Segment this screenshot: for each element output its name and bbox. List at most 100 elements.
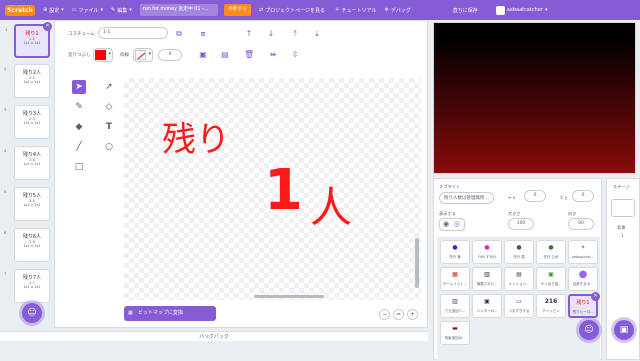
- stage-pane[interactable]: ステージ 背景 1 ▣: [606, 178, 640, 360]
- text-tool-icon[interactable]: T: [102, 120, 116, 134]
- select-tool-icon[interactable]: ➤: [72, 80, 86, 94]
- sprite-tile[interactable]: ● 自首するボ...: [568, 267, 598, 291]
- rectangle-tool-icon[interactable]: □: [72, 160, 86, 174]
- add-costume-button[interactable]: ☺: [22, 303, 42, 323]
- eraser-tool-icon[interactable]: ◇: [102, 100, 116, 114]
- size-input[interactable]: 100: [508, 218, 534, 230]
- outline-color-picker[interactable]: ▾: [133, 48, 153, 62]
- costume-item[interactable]: 7 残り7人 2-7 1x1 x 1x1: [4, 269, 50, 303]
- costume-item[interactable]: 2 残り2人 2-2 1x1 x 1x1: [4, 64, 50, 98]
- sprite-tile[interactable]: ▭ つまずきする: [504, 294, 534, 318]
- tutorial-button[interactable]: ☼ チュートリアル: [335, 7, 376, 14]
- group-icon[interactable]: ⧉: [174, 29, 184, 39]
- fill-tool-icon[interactable]: ◆: [72, 120, 86, 134]
- costume-item[interactable]: 4 残り4人 2-4 1x1 x 1x1: [4, 146, 50, 180]
- costume-item[interactable]: 1 ✕ 残り1 1-1 1x1 x 1x1: [5, 22, 52, 58]
- project-page-button[interactable]: ⇄ プロジェクトページを見る: [259, 7, 325, 14]
- ungroup-icon[interactable]: ⧈: [198, 29, 208, 39]
- stage-thumbnail[interactable]: [611, 199, 635, 217]
- costume-name-input[interactable]: 1-1: [98, 27, 168, 39]
- sprite-tile[interactable]: ▥ でも追加へ...: [440, 294, 470, 318]
- delete-icon[interactable]: 🗑: [244, 50, 254, 60]
- vertical-scrollbar[interactable]: [415, 238, 419, 288]
- sprite-name: ハンターの...: [476, 309, 498, 313]
- costume-number: 6: [4, 230, 7, 235]
- sprite-tile[interactable]: ● 先行 ひめ: [536, 240, 566, 264]
- sprite-tile-selected[interactable]: ✕ 残り1 残りヒーロ...: [568, 292, 600, 318]
- sprite-tile[interactable]: ▬ 背景追加の...: [440, 321, 470, 345]
- sprite-name: 自首するボ...: [572, 282, 594, 286]
- sprite-name-input[interactable]: 残り人数は管理無所...: [439, 192, 494, 204]
- add-sprite-button[interactable]: ☺: [579, 320, 599, 340]
- x-input[interactable]: 0: [524, 190, 546, 202]
- project-page-label: プロジェクトページを見る: [265, 7, 326, 14]
- canvas-text-number[interactable]: 1: [264, 158, 303, 223]
- sprite-tile[interactable]: 216 チャッピン: [536, 294, 566, 318]
- sprite-name: FUN すみれ: [477, 255, 497, 259]
- settings-menu[interactable]: ⊕ 設定 ▾: [43, 7, 64, 14]
- debug-button[interactable]: ✲ デバッグ: [384, 7, 410, 14]
- zoom-reset-button[interactable]: =: [393, 309, 404, 320]
- front-icon[interactable]: ⤒: [290, 29, 300, 39]
- chevron-down-icon: ▾: [148, 51, 151, 57]
- share-button[interactable]: 共有する: [223, 4, 251, 16]
- sprite-tile[interactable]: ● 先行 蘭: [504, 240, 534, 264]
- backdrops-label: 背景: [617, 225, 626, 230]
- flip-vertical-icon[interactable]: ⇳: [290, 50, 300, 60]
- canvas-text-remaining[interactable]: 残り: [162, 112, 230, 161]
- fill-color-picker[interactable]: ▾: [93, 48, 113, 62]
- sprite-tile[interactable]: ● FUN すみれ: [472, 240, 502, 264]
- outline-width-input[interactable]: 0: [158, 49, 182, 61]
- visibility-toggle[interactable]: ◉ ◎: [439, 218, 465, 231]
- paint-canvas[interactable]: 残り 1 人: [124, 78, 421, 300]
- sprite-name: でも追加へ...: [444, 309, 466, 313]
- sprite-tile[interactable]: ▣ ハンターの...: [472, 294, 502, 318]
- brush-tool-icon[interactable]: ✎: [72, 100, 86, 114]
- save-now-button[interactable]: 直ちに保存: [453, 7, 478, 14]
- backpack-header[interactable]: バックパック: [0, 331, 428, 341]
- backpack: バックパック: [0, 328, 428, 360]
- backward-icon[interactable]: ↓: [266, 29, 276, 39]
- sprite-name: 残りヒーロ...: [572, 310, 594, 314]
- horizontal-scrollbar[interactable]: [254, 295, 324, 298]
- costume-number: 1: [5, 27, 8, 32]
- sprite-tile[interactable]: ▦ ゲームリスト...: [440, 267, 470, 291]
- direction-input[interactable]: 90: [568, 218, 594, 230]
- pencil-icon: ✎: [111, 7, 116, 13]
- edit-menu[interactable]: ✎ 編集 ▾: [111, 7, 132, 14]
- canvas-text-person[interactable]: 人: [310, 174, 352, 235]
- flip-horizontal-icon[interactable]: ⇹: [268, 50, 278, 60]
- forward-icon[interactable]: ↑: [244, 29, 254, 39]
- file-label: ファイル: [78, 7, 99, 14]
- line-tool-icon[interactable]: ╱: [72, 140, 86, 154]
- costume-item[interactable]: 6 残り6人 2-6 1x1 x 1x1: [4, 228, 50, 262]
- zoom-in-button[interactable]: +: [407, 309, 418, 320]
- stage-canvas[interactable]: [433, 22, 636, 174]
- sprite-tile[interactable]: ▥ 捕獲された...: [472, 267, 502, 291]
- sprite-tile[interactable]: ▣ やっぱり逃...: [536, 267, 566, 291]
- delete-icon[interactable]: ✕: [43, 22, 52, 31]
- back-icon[interactable]: ⤓: [312, 29, 322, 39]
- add-backdrop-button[interactable]: ▣: [614, 320, 634, 340]
- y-input[interactable]: 0: [572, 190, 594, 202]
- sprite-tile[interactable]: ▤ ミッション...: [504, 267, 534, 291]
- delete-icon[interactable]: ✕: [591, 292, 600, 301]
- scratch-logo[interactable]: Scratch: [5, 4, 35, 16]
- costume-item[interactable]: 3 残り3人 2-3 1x1 x 1x1: [4, 105, 50, 139]
- convert-to-bitmap-button[interactable]: ▦ ビットマップに変換: [124, 306, 216, 321]
- file-menu[interactable]: ▭ ファイル ▾: [72, 7, 103, 14]
- direction-label: 向き: [568, 211, 577, 216]
- sprite-name: 先行 蘭: [513, 255, 525, 259]
- sprite-tile[interactable]: ● 先行 鬼: [440, 240, 470, 264]
- account-menu[interactable]: aabaatcatcher ▾: [495, 5, 547, 15]
- sprite-tile[interactable]: ✦ aabaatcatc...: [568, 240, 598, 264]
- hide-eye-icon[interactable]: ◎: [454, 220, 460, 228]
- zoom-out-button[interactable]: −: [379, 309, 390, 320]
- costume-item[interactable]: 5 残り5人 2-5 1x1 x 1x1: [4, 187, 50, 221]
- copy-icon[interactable]: ▣: [198, 50, 208, 60]
- paste-icon[interactable]: ▤: [220, 50, 230, 60]
- circle-tool-icon[interactable]: ○: [102, 140, 116, 154]
- project-title-input[interactable]: run for money 逃走中 01 -...: [139, 4, 218, 16]
- show-eye-icon[interactable]: ◉: [443, 220, 449, 228]
- reshape-tool-icon[interactable]: ➚: [102, 80, 116, 94]
